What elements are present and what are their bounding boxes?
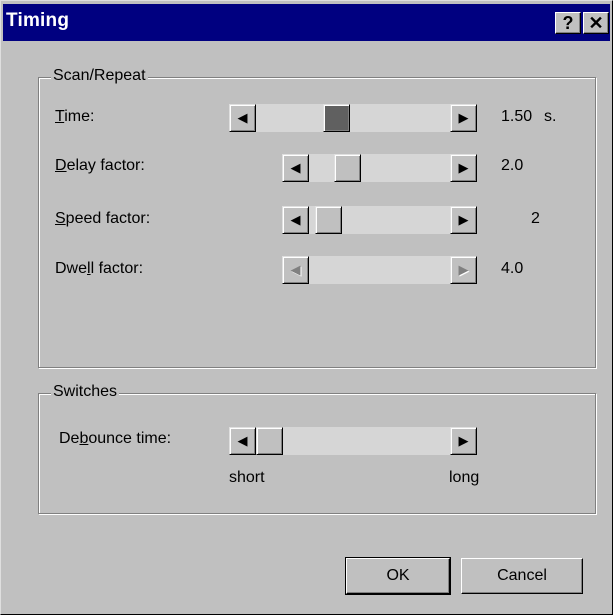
debounce-increase-button[interactable]: ▶ (450, 427, 477, 455)
time-slider-thumb[interactable] (322, 104, 350, 132)
arrow-right-icon: ▶ (458, 212, 469, 227)
title-bar[interactable]: Timing ? ✕ (3, 4, 610, 41)
timing-dialog: Timing ? ✕ Scan/Repeat Time: ◀ ▶ 1.50 s.… (0, 0, 613, 615)
debounce-time-label: Debounce time: (59, 430, 172, 447)
scan-repeat-legend: Scan/Repeat (51, 67, 148, 85)
arrow-left-icon: ◀ (290, 212, 301, 227)
arrow-right-icon: ▶ (458, 160, 469, 175)
dwell-decrease-button: ◀ (282, 256, 309, 284)
time-label: Time: (55, 108, 95, 125)
time-decrease-button[interactable]: ◀ (229, 104, 256, 132)
cancel-button[interactable]: Cancel (461, 558, 583, 594)
close-button[interactable]: ✕ (583, 12, 609, 34)
dialog-title: Timing (6, 10, 70, 31)
dwell-factor-slider: ◀ ▶ (282, 256, 477, 284)
time-increase-button[interactable]: ▶ (450, 104, 477, 132)
debounce-slider-thumb[interactable] (256, 427, 283, 455)
arrow-right-icon: ▶ (458, 262, 469, 277)
ok-button[interactable]: OK (345, 557, 451, 595)
dwell-increase-button: ▶ (450, 256, 477, 284)
dwell-factor-value: 4.0 (501, 260, 524, 277)
close-icon: ✕ (588, 13, 604, 33)
delay-factor-label: Delay factor: (55, 157, 145, 174)
speed-factor-label: Speed factor: (55, 210, 151, 227)
dwell-slider-track (309, 256, 450, 284)
arrow-left-icon: ◀ (237, 110, 248, 125)
time-value: 1.50 (501, 108, 533, 125)
help-icon: ? (562, 13, 574, 33)
debounce-slider-track[interactable] (256, 427, 450, 455)
switches-group: Switches Debounce time: ◀ ▶ short long (38, 383, 596, 514)
delay-slider-track[interactable] (309, 154, 450, 182)
time-unit: s. (544, 108, 557, 125)
speed-decrease-button[interactable]: ◀ (282, 206, 309, 234)
speed-increase-button[interactable]: ▶ (450, 206, 477, 234)
delay-decrease-button[interactable]: ◀ (282, 154, 309, 182)
delay-factor-slider[interactable]: ◀ ▶ (282, 154, 477, 182)
delay-increase-button[interactable]: ▶ (450, 154, 477, 182)
dwell-factor-label: Dwell factor: (55, 260, 144, 277)
arrow-right-icon: ▶ (458, 110, 469, 125)
long-label: long (449, 469, 480, 486)
arrow-left-icon: ◀ (290, 262, 301, 277)
speed-factor-slider[interactable]: ◀ ▶ (282, 206, 477, 234)
speed-slider-thumb[interactable] (314, 206, 342, 234)
speed-factor-value: 2 (531, 210, 540, 227)
switches-legend: Switches (51, 383, 120, 401)
short-label: short (229, 469, 265, 486)
arrow-left-icon: ◀ (290, 160, 301, 175)
time-slider-track[interactable] (256, 104, 450, 132)
delay-factor-value: 2.0 (501, 157, 524, 174)
arrow-left-icon: ◀ (237, 433, 248, 448)
time-slider[interactable]: ◀ ▶ (229, 104, 477, 132)
debounce-decrease-button[interactable]: ◀ (229, 427, 256, 455)
arrow-right-icon: ▶ (458, 433, 469, 448)
scan-repeat-group: Scan/Repeat Time: ◀ ▶ 1.50 s. Delay fact… (38, 67, 596, 368)
debounce-time-slider[interactable]: ◀ ▶ (229, 427, 477, 455)
help-button[interactable]: ? (555, 12, 581, 34)
delay-slider-thumb[interactable] (334, 154, 362, 182)
